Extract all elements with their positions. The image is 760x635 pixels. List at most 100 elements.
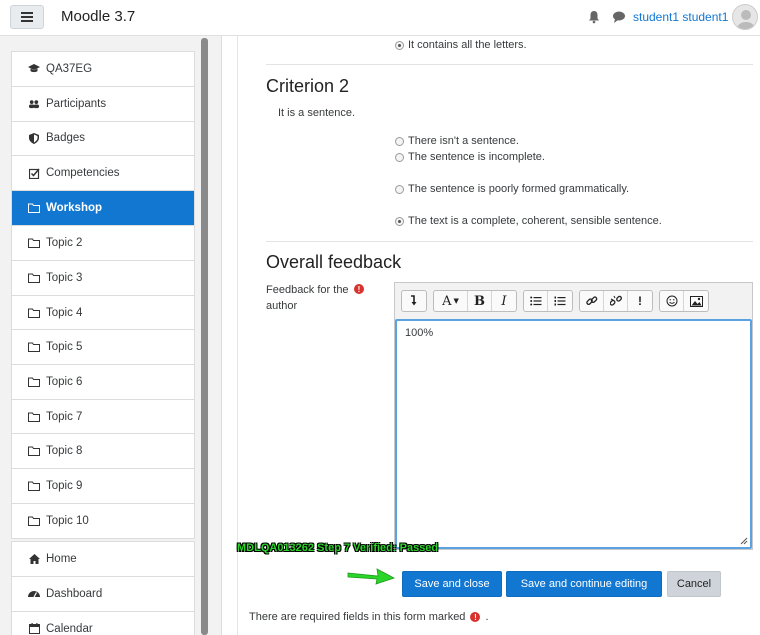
folder-icon	[28, 307, 40, 319]
topic-nav-group: Topic 5 Topic 6 Topic 7	[11, 329, 195, 436]
criterion1-option-selected[interactable]: It contains all the letters.	[395, 39, 527, 51]
sidebar-item-label: Topic 5	[46, 340, 83, 353]
sidebar-item-label: Topic 2	[46, 236, 83, 249]
unlink-icon[interactable]	[604, 291, 628, 311]
required-note-text: There are required fields in this form m…	[249, 611, 466, 623]
sidebar-item-label: Topic 7	[46, 410, 83, 423]
criterion2-option-3[interactable]: The sentence is poorly formed grammatica…	[395, 183, 629, 195]
folder-icon	[28, 480, 40, 492]
sidebar-item-label: QA37EG	[46, 62, 93, 75]
calendar-icon	[28, 623, 40, 635]
sidebar-item-topic-2[interactable]: Topic 2	[12, 226, 194, 261]
radio-button[interactable]	[395, 216, 404, 226]
home-icon	[28, 553, 40, 565]
sidebar-item-topic-10[interactable]: Topic 10	[12, 504, 194, 539]
image-icon[interactable]	[684, 291, 708, 311]
sidebar-item-competencies[interactable]: Competencies	[12, 156, 194, 192]
sidebar-item-topic-6[interactable]: Topic 6	[12, 365, 194, 400]
expand-toolbar-icon[interactable]	[402, 291, 426, 311]
sidebar-item-label: Participants	[46, 97, 107, 110]
messages-icon[interactable]	[612, 10, 626, 24]
user-menu-name[interactable]: student1 student1	[633, 10, 728, 24]
required-fields-note: There are required fields in this form m…	[249, 611, 489, 623]
option-label: It contains all the letters.	[408, 39, 527, 51]
users-icon	[28, 98, 40, 110]
top-navbar: Moodle 3.7 student1 student1	[0, 0, 760, 36]
editor-toolbar: A ▼ B I !	[395, 283, 752, 319]
criterion2-option-1[interactable]: There isn't a sentence.	[395, 135, 519, 147]
criterion2-option-4[interactable]: The text is a complete, coherent, sensib…	[395, 215, 662, 227]
toolbar-group-links: !	[579, 290, 653, 312]
required-icon: !	[354, 284, 364, 294]
save-and-close-button[interactable]: Save and close	[402, 571, 502, 597]
sidebar-item-workshop[interactable]: Workshop	[12, 191, 194, 226]
toolbar-group-format: A ▼ B I	[433, 290, 517, 312]
feedback-field-label: Feedback for the author	[266, 284, 349, 312]
sidebar-scrollbar[interactable]	[201, 38, 208, 635]
save-and-continue-button[interactable]: Save and continue editing	[506, 571, 662, 597]
folder-icon	[28, 376, 40, 388]
sidebar-item-label: Topic 8	[46, 444, 83, 457]
cancel-button[interactable]: Cancel	[667, 571, 721, 597]
sidebar-item-topic-4[interactable]: Topic 4	[12, 296, 194, 331]
sidebar-item-participants[interactable]: Participants	[12, 87, 194, 122]
radio-button[interactable]	[395, 40, 404, 50]
notification-bell-icon[interactable]	[587, 10, 601, 24]
sidebar-item-topic-7[interactable]: Topic 7	[12, 400, 194, 435]
numbered-list-icon[interactable]	[548, 291, 572, 311]
exclamation-icon[interactable]: !	[628, 291, 652, 311]
folder-icon	[28, 272, 40, 284]
verification-stamp: MDLQA013262 Step 7 Verified: Passed	[237, 542, 439, 554]
emoticon-icon[interactable]	[660, 291, 684, 311]
required-note-period: .	[485, 611, 489, 623]
user-avatar[interactable]	[732, 4, 758, 30]
sidebar-item-label: Dashboard	[46, 587, 103, 600]
toolbar-group-expand	[401, 290, 427, 312]
resize-handle-icon[interactable]	[740, 537, 748, 545]
radio-button[interactable]	[395, 184, 404, 194]
italic-icon[interactable]: I	[492, 291, 516, 311]
criterion2-description: It is a sentence.	[278, 107, 356, 119]
sidebar-item-label: Calendar	[46, 622, 93, 635]
sidebar-item-label: Topic 4	[46, 306, 83, 319]
radio-button[interactable]	[395, 152, 404, 162]
sidebar-item-topic-9[interactable]: Topic 9	[12, 469, 194, 504]
divider	[266, 64, 753, 65]
sidebar-item-label: Topic 10	[46, 514, 89, 527]
sidebar-item-badges[interactable]: Badges	[12, 122, 194, 157]
sidebar-item-topic-3[interactable]: Topic 3	[12, 261, 194, 296]
sidebar-item-home[interactable]: Home	[12, 542, 194, 577]
site-brand[interactable]: Moodle 3.7	[61, 8, 135, 25]
font-color-icon[interactable]: A ▼	[434, 291, 468, 311]
feedback-editor: A ▼ B I ! 100%	[394, 282, 753, 550]
toolbar-group-lists	[523, 290, 573, 312]
site-nav-group: Home Dashboard Calendar	[11, 541, 195, 635]
overall-feedback-title: Overall feedback	[266, 252, 402, 272]
option-label: The sentence is incomplete.	[408, 151, 545, 163]
bullet-list-icon[interactable]	[524, 291, 548, 311]
dashboard-icon	[28, 588, 40, 600]
feedback-textarea[interactable]: 100%	[395, 319, 752, 549]
bold-icon[interactable]: B	[468, 291, 492, 311]
checkbox-icon	[28, 167, 40, 179]
option-label: The sentence is poorly formed grammatica…	[408, 183, 630, 195]
criterion2-option-2[interactable]: The sentence is incomplete.	[395, 151, 545, 163]
sidebar-item-label: Home	[46, 552, 77, 565]
required-icon: !	[470, 612, 481, 622]
user-avatar-icon	[737, 10, 755, 29]
link-icon[interactable]	[580, 291, 604, 311]
folder-icon	[28, 445, 40, 457]
sidebar-item-topic-8[interactable]: Topic 8	[12, 434, 194, 469]
sidebar-item-topic-5[interactable]: Topic 5	[12, 330, 194, 365]
feedback-text: 100%	[405, 327, 434, 339]
green-arrow-icon	[347, 568, 396, 585]
sidebar-item-label: Topic 6	[46, 375, 83, 388]
hamburger-menu-button[interactable]	[10, 5, 44, 29]
sidebar-item-dashboard[interactable]: Dashboard	[12, 577, 194, 612]
option-label: The text is a complete, coherent, sensib…	[408, 215, 662, 227]
radio-button[interactable]	[395, 136, 404, 146]
option-label: There isn't a sentence.	[408, 135, 519, 147]
sidebar-item-qa37eg[interactable]: QA37EG	[12, 52, 194, 87]
sidebar-item-label: Topic 9	[46, 479, 83, 492]
sidebar-item-calendar[interactable]: Calendar	[12, 612, 194, 635]
